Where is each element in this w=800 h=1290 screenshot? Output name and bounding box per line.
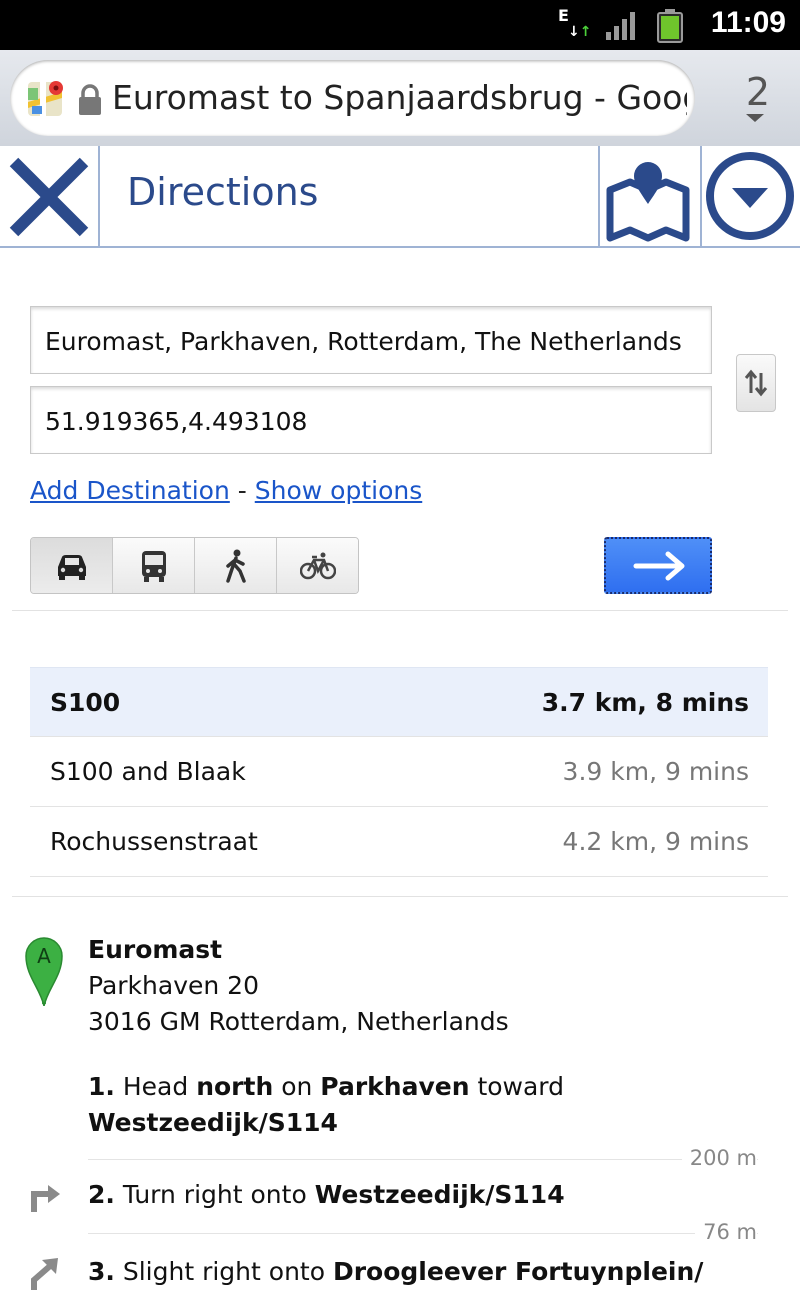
step-text: Droogleever Fortuynplein/ xyxy=(332,1257,704,1286)
transit-icon xyxy=(141,550,166,582)
start-marker-icon: A xyxy=(25,937,63,1006)
car-icon xyxy=(57,554,86,580)
network-type-label: E xyxy=(558,6,569,25)
turn-right-icon xyxy=(31,1185,60,1212)
route-name: Rochussenstraat xyxy=(50,827,258,856)
route-option[interactable]: S100 and Blaak 3.9 km, 9 mins xyxy=(30,737,768,807)
start-address-line: Parkhaven 20 xyxy=(88,971,259,1000)
map-pin-icon xyxy=(606,162,690,242)
step-separator xyxy=(88,1159,758,1160)
signal-strength-icon xyxy=(606,12,635,40)
menu-button[interactable] xyxy=(700,146,800,246)
slight-right-icon xyxy=(31,1258,58,1290)
step-text: Parkhaven xyxy=(320,1072,470,1101)
walking-icon xyxy=(225,549,246,583)
bicycle-icon xyxy=(299,552,336,579)
route-option[interactable]: S100 3.7 km, 8 mins xyxy=(30,667,768,737)
route-name: S100 and Blaak xyxy=(50,757,246,786)
step-number: 2. xyxy=(88,1180,115,1209)
step-separator xyxy=(88,1233,758,1234)
marker-label: A xyxy=(37,944,51,968)
route-summary: 4.2 km, 9 mins xyxy=(562,827,749,856)
step-distance: 76 m xyxy=(695,1220,757,1244)
link-separator: - xyxy=(237,476,247,505)
destination-input[interactable]: 51.919365,4.493108 xyxy=(30,386,712,454)
data-activity-icon: ↓↑ xyxy=(568,24,592,40)
step-number: 1. xyxy=(88,1072,115,1101)
route-summary: 3.9 km, 9 mins xyxy=(562,757,749,786)
route-name: S100 xyxy=(50,687,121,717)
mode-bicycle-button[interactable] xyxy=(277,538,358,593)
divider xyxy=(12,896,788,897)
swap-directions-button[interactable] xyxy=(736,354,776,412)
google-maps-favicon-icon xyxy=(28,81,63,116)
step-text: on xyxy=(273,1072,321,1101)
step-text: Slight right onto xyxy=(122,1257,333,1286)
route-summary: 3.7 km, 8 mins xyxy=(541,687,749,717)
step-number: 3. xyxy=(88,1257,115,1286)
arrow-right-icon xyxy=(633,551,685,581)
form-links: Add Destination - Show options xyxy=(30,476,422,505)
add-destination-link[interactable]: Add Destination xyxy=(30,476,230,505)
step-text: north xyxy=(196,1072,274,1101)
step-text: Westzeedijk/S114 xyxy=(314,1180,565,1209)
page-title[interactable]: Euromast to Spanjaardsbrug - Google... xyxy=(112,78,687,117)
swap-arrows-icon xyxy=(744,369,768,397)
battery-icon xyxy=(657,9,683,43)
step-text: Turn right onto xyxy=(122,1180,315,1209)
mode-transit-button[interactable] xyxy=(113,538,195,593)
step-text: toward xyxy=(469,1072,565,1101)
route-option[interactable]: Rochussenstraat 4.2 km, 9 mins xyxy=(30,807,768,877)
step-text: Westzeedijk/S114 xyxy=(88,1108,338,1137)
mode-walking-button[interactable] xyxy=(195,538,277,593)
step-distance: 200 m xyxy=(681,1146,757,1170)
origin-input[interactable]: Euromast, Parkhaven, Rotterdam, The Neth… xyxy=(30,306,712,374)
close-button[interactable] xyxy=(0,146,100,246)
header-title: Directions xyxy=(127,170,319,214)
divider xyxy=(12,610,788,611)
secure-lock-icon xyxy=(79,84,101,115)
travel-mode-selector xyxy=(30,537,359,594)
close-icon xyxy=(9,157,89,237)
direction-step[interactable]: 1. Head north on Parkhaven toward Westze… xyxy=(88,1069,778,1141)
start-address-line: 3016 GM Rotterdam, Netherlands xyxy=(88,1007,509,1036)
direction-step[interactable]: 2. Turn right onto Westzeedijk/S114 xyxy=(88,1177,778,1213)
tab-count-button[interactable]: 2 xyxy=(736,70,780,114)
step-text: Head xyxy=(122,1072,197,1101)
map-view-button[interactable] xyxy=(598,146,702,246)
direction-step[interactable]: 3. Slight right onto Droogleever Fortuyn… xyxy=(88,1254,778,1290)
tab-switcher-caret-icon[interactable] xyxy=(746,114,764,122)
start-location-name: Euromast xyxy=(88,935,223,964)
mode-car-button[interactable] xyxy=(31,538,113,593)
get-directions-button[interactable] xyxy=(604,537,712,594)
status-clock: 11:09 xyxy=(710,6,786,39)
show-options-link[interactable]: Show options xyxy=(255,476,422,505)
chevron-down-circle-icon xyxy=(706,152,794,240)
